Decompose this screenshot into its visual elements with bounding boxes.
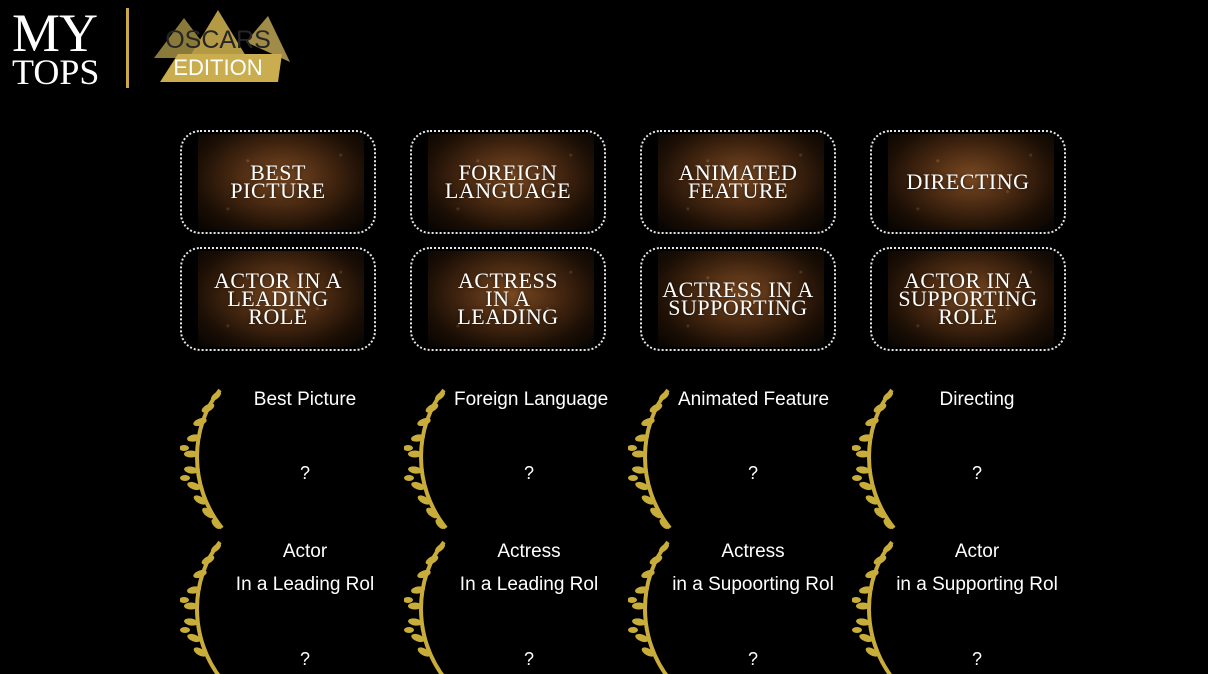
- nominee-subtitle: In a Leading Rol: [235, 574, 375, 595]
- nominee-title: Directing: [939, 389, 1015, 410]
- nominee-title: Best Picture: [253, 389, 357, 410]
- nominee-foreign-language[interactable]: Foreign Language ?: [404, 386, 628, 546]
- laurel-icon: [180, 538, 228, 674]
- laurel-icon: [404, 386, 452, 532]
- category-actress-leading[interactable]: ACTRESS IN A LEADING: [410, 247, 606, 351]
- category-label: ACTOR IN A SUPPORTING ROLE: [898, 268, 1038, 329]
- laurel-icon: [628, 386, 676, 532]
- nominee-value: ?: [747, 463, 758, 483]
- nominee-title: Actress: [721, 541, 785, 562]
- nominee-actress-supporting[interactable]: Actress in a Supoorting Rol ?: [628, 538, 852, 674]
- laurel-icon: [628, 538, 676, 674]
- nominee-value: ?: [299, 649, 310, 669]
- laurel-icon: [852, 386, 900, 532]
- nominee-value: ?: [747, 649, 758, 669]
- nominee-value: ?: [971, 649, 982, 669]
- edition-text: EDITION: [173, 55, 263, 80]
- logo-line-2: TOPS: [12, 52, 100, 92]
- category-label: BEST PICTURE: [230, 160, 326, 203]
- nominee-subtitle: In a Leading Rol: [459, 574, 599, 595]
- category-actor-supporting[interactable]: ACTOR IN A SUPPORTING ROLE: [870, 247, 1066, 351]
- category-animated-feature[interactable]: ANIMATED FEATURE: [640, 130, 836, 234]
- nominee-actor-supporting[interactable]: Actor in a Supporting Rol ?: [852, 538, 1076, 674]
- nominee-subtitle: in a Supoorting Rol: [672, 574, 834, 595]
- laurel-icon: [180, 386, 228, 532]
- nominee-value: ?: [523, 463, 534, 483]
- category-label: DIRECTING: [906, 169, 1030, 194]
- nominee-best-picture[interactable]: Best Picture ?: [180, 386, 404, 546]
- category-label: ACTRESS IN A LEADING: [457, 268, 559, 329]
- category-best-picture[interactable]: BEST PICTURE: [180, 130, 376, 234]
- nominee-actress-leading[interactable]: Actress In a Leading Rol ?: [404, 538, 628, 674]
- category-foreign-language[interactable]: FOREIGN LANGUAGE: [410, 130, 606, 234]
- oscars-edition-logo: OSCARS EDITION: [150, 6, 292, 84]
- nominee-title: Foreign Language: [454, 389, 609, 410]
- nominee-directing[interactable]: Directing ?: [852, 386, 1076, 546]
- nominee-value: ?: [299, 463, 310, 483]
- nominee-subtitle: in a Supporting Rol: [896, 574, 1058, 595]
- category-directing[interactable]: DIRECTING: [870, 130, 1066, 234]
- nominee-value: ?: [523, 649, 534, 669]
- category-label: ANIMATED FEATURE: [678, 160, 798, 203]
- category-actor-leading[interactable]: ACTOR IN A LEADING ROLE: [180, 247, 376, 351]
- nominee-actor-leading[interactable]: Actor In a Leading Rol ?: [180, 538, 404, 674]
- nominee-animated-feature[interactable]: Animated Feature ?: [628, 386, 852, 546]
- nominee-title: Actor: [954, 541, 1000, 562]
- nominee-title: Actor: [282, 541, 328, 562]
- category-label: ACTOR IN A LEADING ROLE: [213, 268, 343, 329]
- category-label: FOREIGN LANGUAGE: [444, 160, 572, 203]
- laurel-icon: [404, 538, 452, 674]
- category-label: ACTRESS IN A SUPPORTING: [662, 277, 814, 320]
- oscars-text: OSCARS: [165, 26, 271, 54]
- logo-divider: [126, 8, 129, 88]
- nominee-title: Animated Feature: [678, 389, 830, 410]
- nominee-title: Actress: [497, 541, 561, 562]
- category-actress-supporting[interactable]: ACTRESS IN A SUPPORTING: [640, 247, 836, 351]
- nominee-value: ?: [971, 463, 982, 483]
- laurel-icon: [852, 538, 900, 674]
